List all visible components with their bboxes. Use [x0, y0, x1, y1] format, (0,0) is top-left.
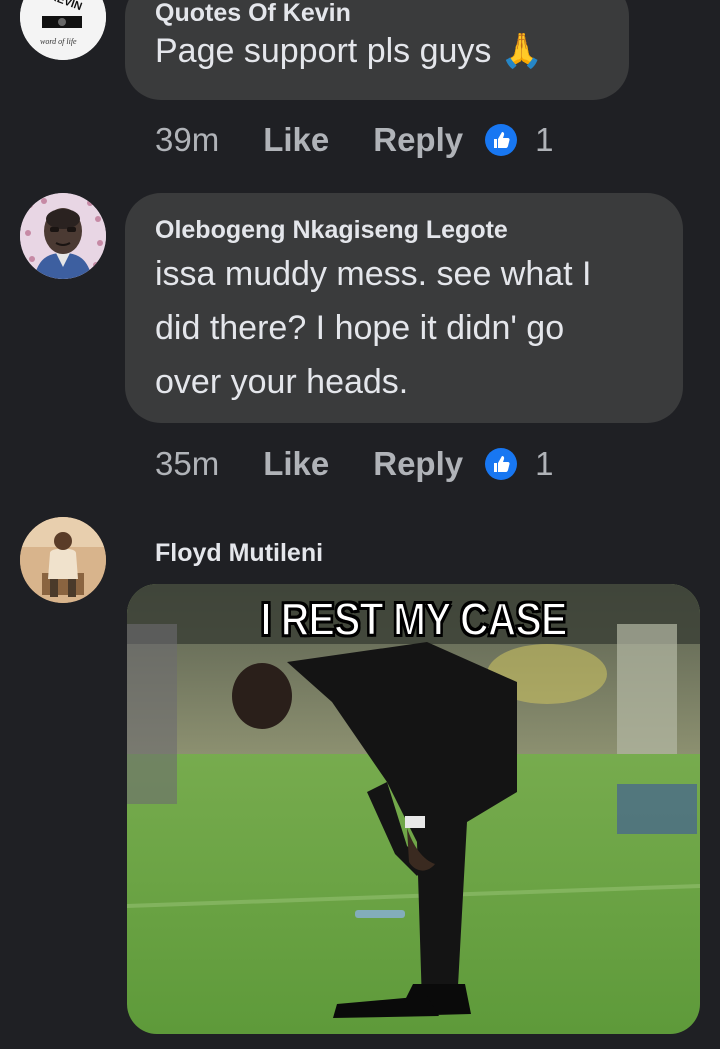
meme-photo: [127, 584, 700, 1034]
profile-photo: [20, 517, 106, 603]
meme-image[interactable]: I REST MY CASE: [127, 584, 700, 1034]
comment-author[interactable]: Floyd Mutileni: [155, 538, 323, 568]
avatar[interactable]: [20, 517, 106, 603]
comment-floyd: Floyd Mutileni I REST MY CASE: [0, 0, 720, 1049]
meme-caption: I REST MY CASE: [260, 592, 569, 646]
